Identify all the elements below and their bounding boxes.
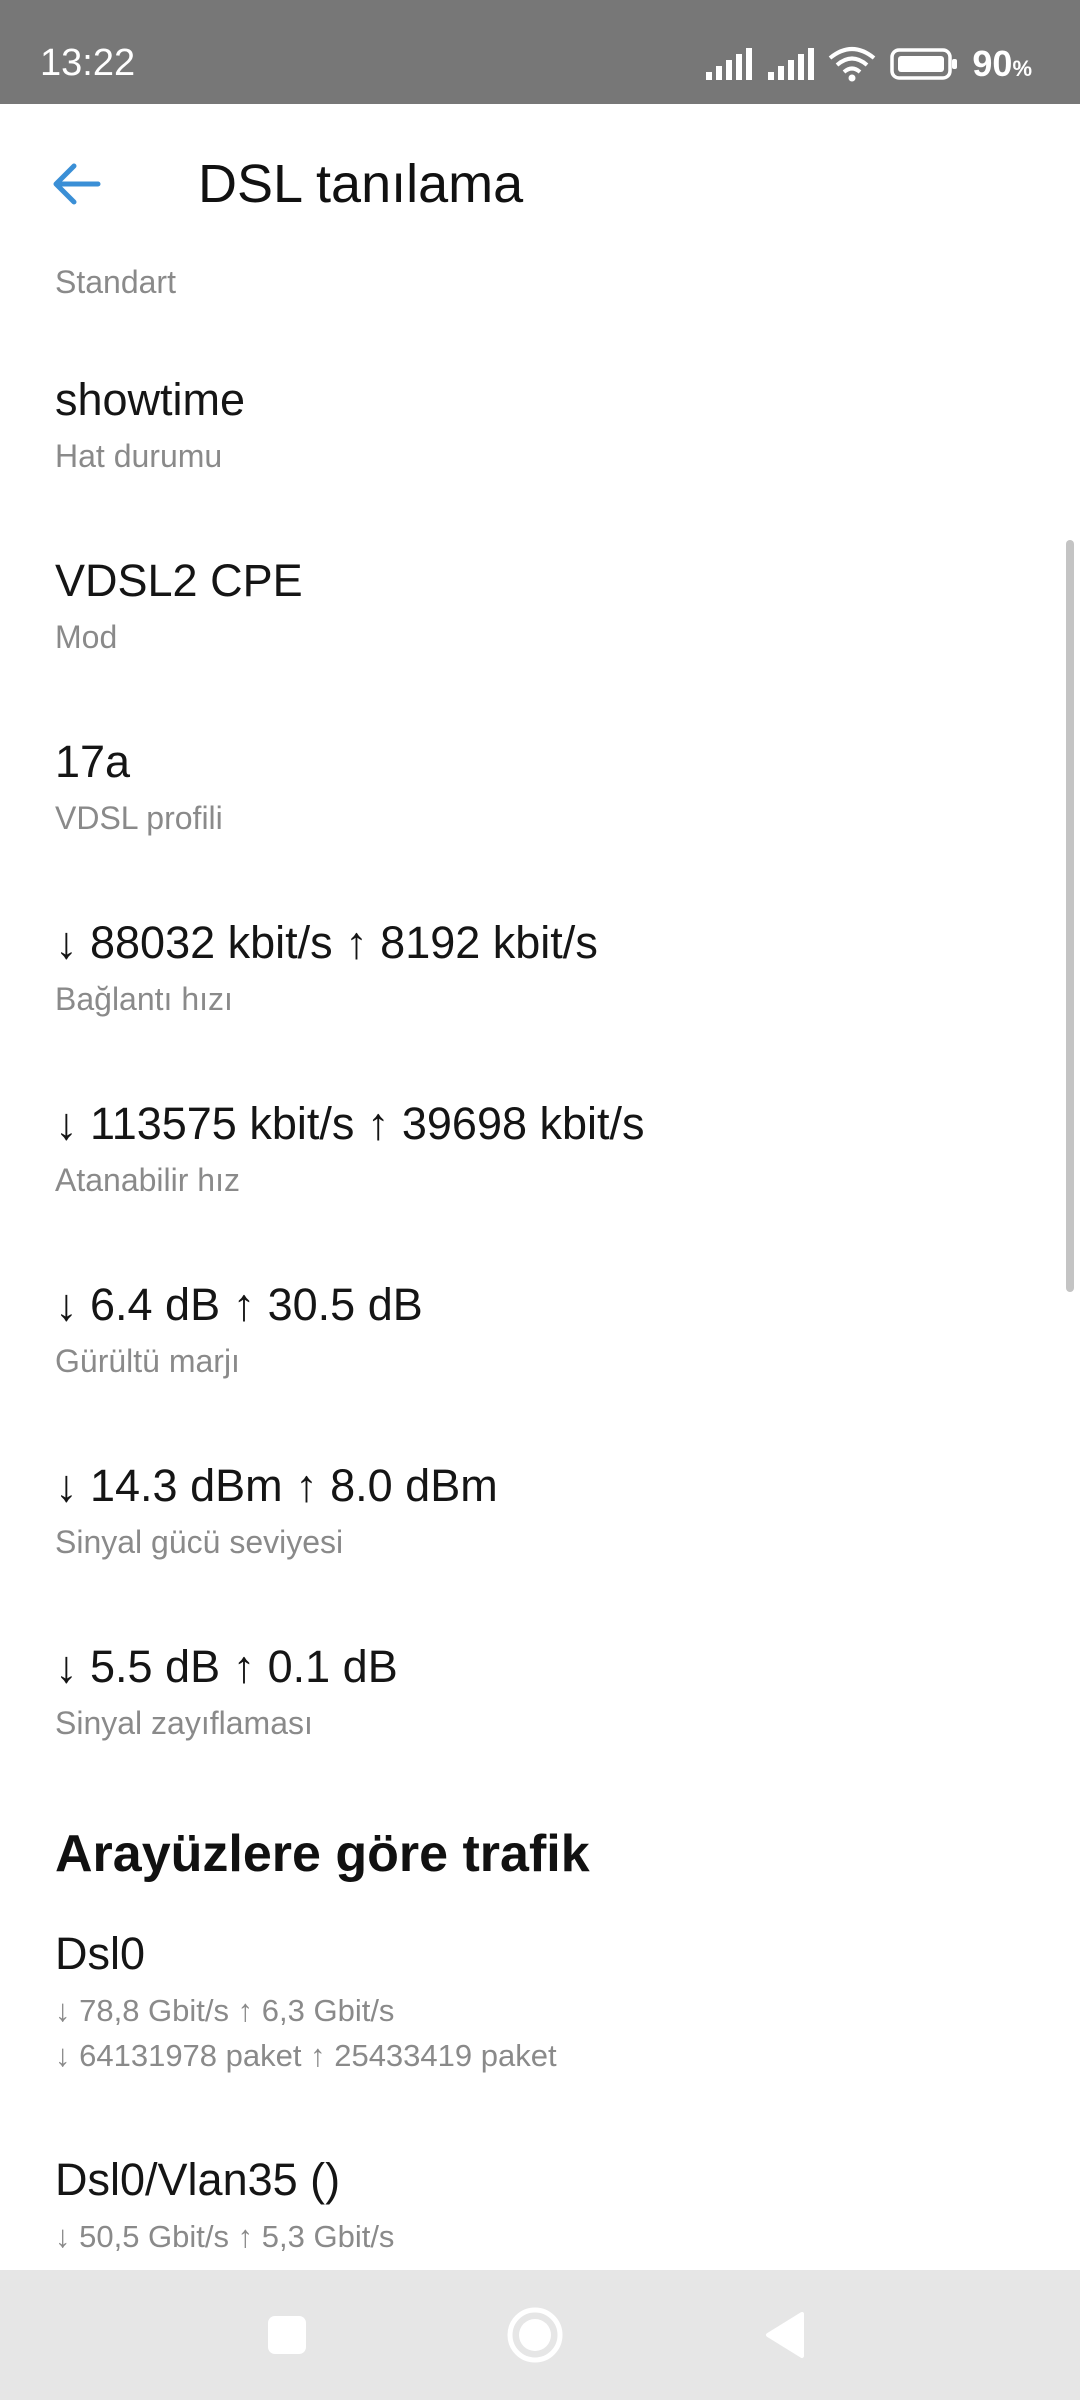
list-item-vdsl-profile: 17a VDSL profili [55, 734, 1040, 840]
signal-icon [704, 48, 753, 85]
row-label: Hat durumu [55, 438, 223, 474]
signal-icon [766, 48, 815, 85]
row-label: Standart [55, 264, 176, 300]
list-item-mode: VDSL2 CPE Mod [55, 553, 1040, 659]
row-label: Sinyal zayıflaması [55, 1705, 313, 1741]
screen: 13:22 90% DSL tanılama Standart showtime… [0, 0, 1080, 2400]
row-label: Atanabilir hız [55, 1162, 240, 1198]
row-value: ↓ 88032 kbit/s ↑ 8192 kbit/s [55, 917, 598, 968]
status-bar: 13:22 90% [0, 0, 1080, 104]
page-title: DSL tanılama [198, 154, 524, 214]
list-item-connection-speed: ↓ 88032 kbit/s ↑ 8192 kbit/s Bağlantı hı… [55, 915, 1040, 1021]
battery-icon [890, 47, 958, 86]
back-triangle-icon [766, 2312, 804, 2358]
row-label: Sinyal gücü seviyesi [55, 1524, 344, 1560]
row-value: showtime [55, 374, 246, 425]
row-value: VDSL2 CPE [55, 555, 303, 606]
row-label: Gürültü marjı [55, 1343, 240, 1379]
row-label: VDSL profili [55, 800, 223, 836]
status-icons: 90% [704, 42, 1032, 91]
interface-rate: ↓ 50,5 Gbit/s ↑ 5,3 Gbit/s [55, 2219, 395, 2254]
list-item-interface-vlan35: Dsl0/Vlan35 () ↓ 50,5 Gbit/s ↑ 5,3 Gbit/… [55, 2152, 1040, 2259]
back-button[interactable] [40, 148, 112, 220]
recents-square-icon [268, 2316, 306, 2354]
row-value: ↓ 5.5 dB ↑ 0.1 dB [55, 1641, 398, 1692]
row-value: 17a [55, 736, 131, 787]
navigation-bar [0, 2270, 1080, 2400]
section-title-traffic: Arayüzlere göre trafik [55, 1825, 590, 1883]
arrow-back-icon [53, 163, 101, 205]
diagnostics-list[interactable]: Standart showtime Hat durumu VDSL2 CPE M… [0, 240, 1080, 2270]
wifi-icon [828, 46, 876, 87]
list-item-attenuation: ↓ 5.5 dB ↑ 0.1 dB Sinyal zayıflaması [55, 1639, 1040, 1745]
home-button[interactable] [500, 2300, 570, 2370]
interface-name: Dsl0 [55, 1928, 146, 1979]
interface-name: Dsl0/Vlan35 () [55, 2154, 341, 2205]
home-circle-icon [507, 2307, 563, 2363]
row-value: ↓ 14.3 dBm ↑ 8.0 dBm [55, 1460, 498, 1511]
recents-button[interactable] [252, 2300, 322, 2370]
row-label: Bağlantı hızı [55, 981, 233, 1017]
list-item-line-status: showtime Hat durumu [55, 372, 1040, 478]
interface-packets: ↓ 64131978 paket ↑ 25433419 paket [55, 2038, 557, 2073]
list-item-signal-power: ↓ 14.3 dBm ↑ 8.0 dBm Sinyal gücü seviyes… [55, 1458, 1040, 1564]
row-value: ↓ 113575 kbit/s ↑ 39698 kbit/s [55, 1098, 645, 1149]
scrollbar[interactable] [1066, 540, 1074, 1292]
list-item-attainable-rate: ↓ 113575 kbit/s ↑ 39698 kbit/s Atanabili… [55, 1096, 1040, 1202]
list-item-noise-margin: ↓ 6.4 dB ↑ 30.5 dB Gürültü marjı [55, 1277, 1040, 1383]
interface-rate: ↓ 78,8 Gbit/s ↑ 6,3 Gbit/s [55, 1993, 395, 2028]
row-label: Mod [55, 619, 118, 655]
list-item-interface-dsl0: Dsl0 ↓ 78,8 Gbit/s ↑ 6,3 Gbit/s ↓ 641319… [55, 1926, 1040, 2078]
nav-back-button[interactable] [750, 2300, 820, 2370]
battery-percent: 90% [972, 43, 1032, 84]
list-item-standard: Standart [55, 260, 1040, 304]
status-time: 13:22 [40, 42, 136, 84]
row-value: ↓ 6.4 dB ↑ 30.5 dB [55, 1279, 423, 1330]
